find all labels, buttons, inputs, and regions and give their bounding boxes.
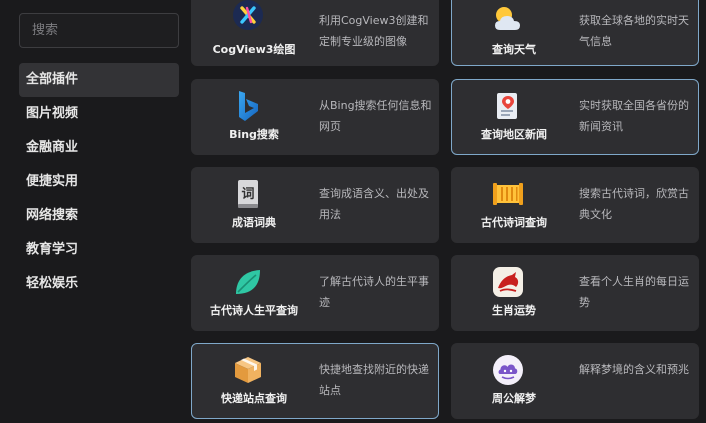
plugin-desc: 查询成语含义、出处及用法 [319, 187, 429, 221]
plugin-card-weather[interactable]: 查询天气 获取全球各地的实时天气信息 [451, 0, 699, 66]
news-icon [488, 88, 528, 124]
sidebar: 全部插件 图片视频 金融商业 便捷实用 网络搜索 教育学习 轻松娱乐 [0, 0, 188, 423]
nav-item-web-search[interactable]: 网络搜索 [19, 199, 179, 233]
leaf-icon [228, 264, 268, 300]
weather-icon [488, 1, 528, 37]
package-icon [228, 352, 268, 388]
plugin-desc: 获取全球各地的实时天气信息 [579, 14, 689, 48]
cogview-icon [228, 0, 268, 33]
search-input[interactable] [19, 13, 179, 48]
plugin-desc: 搜索古代诗词，欣赏古典文化 [579, 187, 689, 221]
plugin-name: 生肖运势 [492, 304, 536, 317]
plugin-name: 查询天气 [492, 43, 536, 56]
nav-item-utility[interactable]: 便捷实用 [19, 165, 179, 199]
bing-icon [228, 88, 268, 124]
nav-item-entertainment[interactable]: 轻松娱乐 [19, 267, 179, 301]
plugin-name: Bing搜索 [229, 128, 279, 141]
plugin-name: 古代诗词查询 [481, 216, 547, 229]
plugin-card-news[interactable]: 查询地区新闻 实时获取全国各省份的新闻资讯 [451, 79, 699, 155]
dream-icon [488, 352, 528, 388]
plugin-card-poetry[interactable]: 古代诗词查询 搜索古代诗词，欣赏古典文化 [451, 167, 699, 243]
plugin-name: 查询地区新闻 [481, 128, 547, 141]
plugin-card-cogview[interactable]: CogView3绘图 利用CogView3创建和定制专业级的图像 [191, 0, 439, 66]
plugin-browser: 全部插件 图片视频 金融商业 便捷实用 网络搜索 教育学习 轻松娱乐 CogVi… [0, 0, 706, 423]
plugin-name: CogView3绘图 [212, 43, 296, 56]
plugin-desc: 快捷地查找附近的快递站点 [319, 363, 429, 397]
plugin-desc: 从Bing搜索任何信息和网页 [319, 99, 432, 133]
plugin-name: 成语词典 [232, 216, 276, 229]
nav-item-finance[interactable]: 金融商业 [19, 131, 179, 165]
plugin-name: 古代诗人生平查询 [210, 304, 298, 317]
plugin-card-dream[interactable]: 周公解梦 解释梦境的含义和预兆 [451, 343, 699, 419]
plugin-grid: CogView3绘图 利用CogView3创建和定制专业级的图像 查询天气 获取… [191, 0, 706, 423]
plugin-card-poet[interactable]: 古代诗人生平查询 了解古代诗人的生平事迹 [191, 255, 439, 331]
nav-item-education[interactable]: 教育学习 [19, 233, 179, 267]
plugin-desc: 利用CogView3创建和定制专业级的图像 [319, 14, 429, 48]
dictionary-icon-glyph: 词 [241, 187, 254, 202]
plugin-desc: 实时获取全国各省份的新闻资讯 [579, 99, 689, 133]
poetry-icon [488, 176, 528, 212]
category-nav: 全部插件 图片视频 金融商业 便捷实用 网络搜索 教育学习 轻松娱乐 [19, 63, 179, 301]
plugin-name: 快递站点查询 [221, 392, 287, 405]
dictionary-icon: 词 [228, 176, 268, 212]
plugin-card-idiom[interactable]: 词 成语词典 查询成语含义、出处及用法 [191, 167, 439, 243]
plugin-desc: 解释梦境的含义和预兆 [579, 363, 689, 376]
plugin-card-express[interactable]: 快递站点查询 快捷地查找附近的快递站点 [191, 343, 439, 419]
nav-item-all[interactable]: 全部插件 [19, 63, 179, 97]
plugin-desc: 了解古代诗人的生平事迹 [319, 275, 429, 309]
plugin-card-bing[interactable]: Bing搜索 从Bing搜索任何信息和网页 [191, 79, 439, 155]
plugin-desc: 查看个人生肖的每日运势 [579, 275, 689, 309]
plugin-card-zodiac[interactable]: 生肖运势 查看个人生肖的每日运势 [451, 255, 699, 331]
nav-item-image-video[interactable]: 图片视频 [19, 97, 179, 131]
plugin-name: 周公解梦 [492, 392, 536, 405]
zodiac-icon [488, 264, 528, 300]
